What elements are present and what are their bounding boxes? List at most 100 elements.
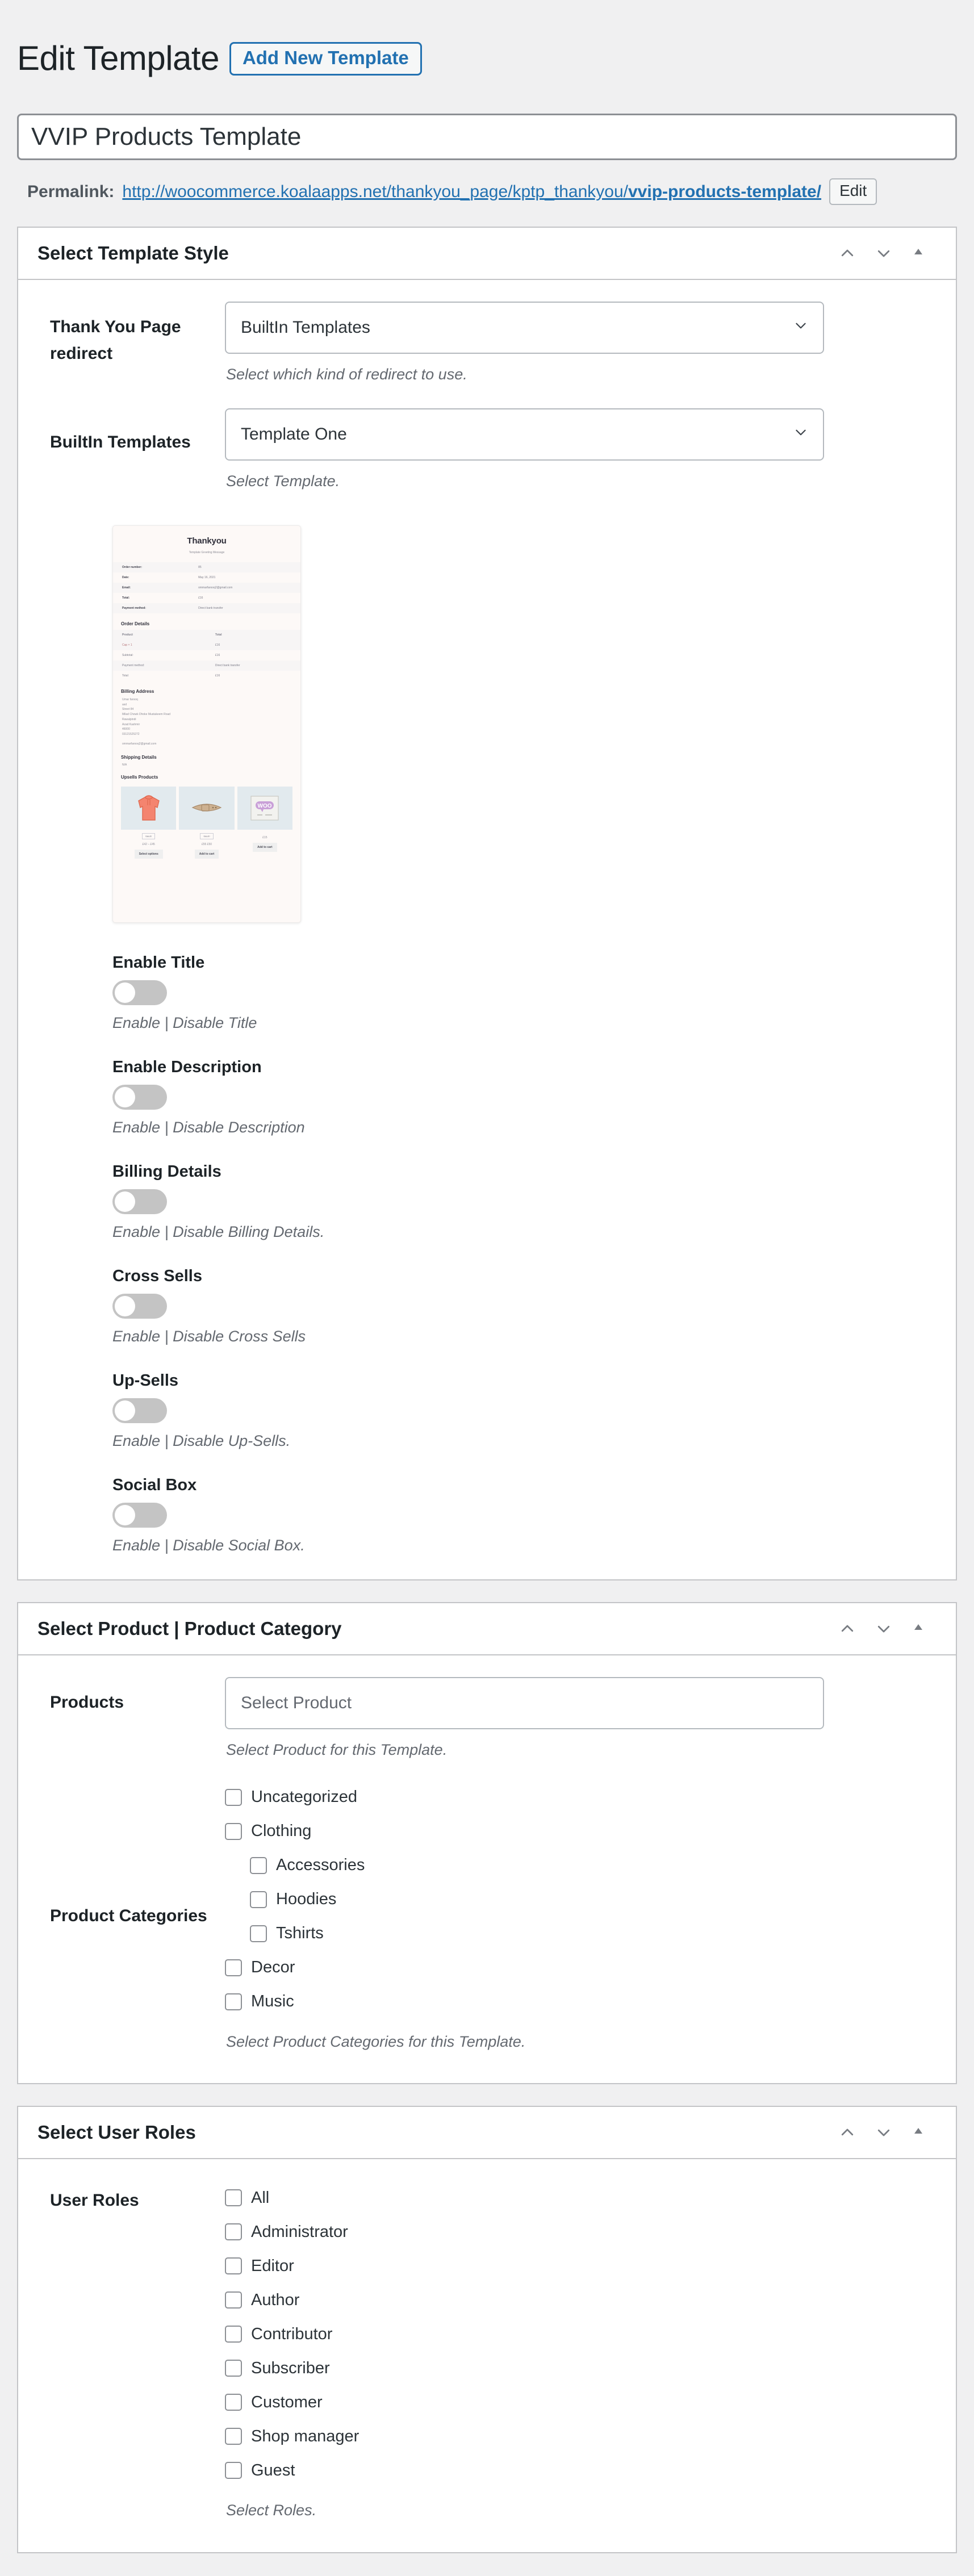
role-label: All [251, 2189, 269, 2207]
checkbox[interactable] [225, 2257, 242, 2274]
preview-shipping-value: N/A [122, 763, 300, 767]
role-item-subscriber[interactable]: Subscriber [225, 2351, 824, 2385]
preview-upsell-products: SALE! £42 – £45 Select options [113, 783, 300, 859]
user-roles-help-text: Select Roles. [226, 2500, 824, 2521]
toggle-panel-caret-icon[interactable] [912, 1620, 929, 1637]
preview-summary-value: Direct bank transfer [198, 607, 223, 610]
toggle-help-text: Enable | Disable Social Box. [112, 1537, 937, 1554]
product-select-input[interactable]: Select Product [225, 1677, 824, 1729]
preview-subtitle: Template Greeting Message [113, 551, 300, 554]
builtin-template-select[interactable]: Template One [225, 408, 824, 461]
category-item-hoodies[interactable]: Hoodies [225, 1883, 824, 1917]
chevron-down-icon[interactable] [875, 2124, 892, 2141]
preview-summary-key: Order number: [122, 566, 198, 569]
preview-billing-heading: Billing Address [121, 689, 300, 694]
toggle-block-up-sells: Up-Sells Enable | Disable Up-Sells. [112, 1371, 937, 1450]
billing-line: Rawalpindi [122, 717, 300, 722]
checkbox[interactable] [225, 2223, 242, 2240]
role-item-administrator[interactable]: Administrator [225, 2215, 824, 2249]
chevron-up-icon[interactable] [839, 2124, 856, 2141]
checkbox[interactable] [225, 2428, 242, 2445]
category-item-music[interactable]: Music [225, 1985, 824, 2019]
role-item-editor[interactable]: Editor [225, 2249, 824, 2283]
chevron-down-icon[interactable] [875, 1620, 892, 1637]
up-sells-toggle[interactable] [112, 1398, 167, 1423]
chevron-up-icon[interactable] [839, 245, 856, 262]
select-options-button[interactable]: Select options [135, 850, 163, 859]
permalink-edit-button[interactable]: Edit [829, 178, 877, 205]
products-help-text: Select Product for this Template. [226, 1739, 824, 1761]
checkbox[interactable] [225, 2360, 242, 2377]
checkbox[interactable] [225, 2394, 242, 2411]
enable-title-toggle[interactable] [112, 980, 167, 1005]
role-item-guest[interactable]: Guest [225, 2453, 824, 2487]
panel-select-template-style: Select Template Style Thank You Page red… [17, 227, 957, 1580]
toggle-help-text: Enable | Disable Billing Details. [112, 1223, 937, 1241]
template-preview-thumbnail[interactable]: Thankyou Template Greeting Message Order… [112, 525, 301, 923]
category-item-tshirts[interactable]: Tshirts [225, 1917, 824, 1951]
checkbox[interactable] [225, 2326, 242, 2343]
category-item-decor[interactable]: Decor [225, 1951, 824, 1985]
checkbox[interactable] [250, 1891, 267, 1908]
redirect-help-text: Select which kind of redirect to use. [226, 364, 824, 386]
toggle-label: Cross Sells [112, 1267, 937, 1286]
permalink-link[interactable]: http://woocommerce.koalaapps.net/thankyo… [122, 182, 821, 202]
checkbox[interactable] [225, 2462, 242, 2479]
role-item-all[interactable]: All [225, 2181, 824, 2215]
checkbox[interactable] [225, 1823, 242, 1840]
panel-title: Select User Roles [37, 2122, 196, 2143]
preview-order-col-total: Total [215, 633, 222, 637]
redirect-select[interactable]: BuiltIn Templates [225, 302, 824, 354]
template-preview-wrapper: Thankyou Template Greeting Message Order… [37, 525, 937, 923]
template-title-input[interactable] [17, 114, 957, 160]
checkbox[interactable] [250, 1925, 267, 1942]
toggle-knob [115, 1505, 135, 1525]
toggle-panel-caret-icon[interactable] [912, 245, 929, 262]
billing-line: 03121525272 [122, 732, 300, 737]
add-new-template-button[interactable]: Add New Template [229, 42, 422, 76]
chevron-down-icon [793, 425, 808, 444]
role-item-shop-manager[interactable]: Shop manager [225, 2419, 824, 2453]
preview-order-total: £16 [215, 654, 220, 657]
checkbox[interactable] [250, 1857, 267, 1874]
category-item-accessories[interactable]: Accessories [225, 1849, 824, 1883]
preview-summary-key: Payment method: [122, 607, 198, 610]
category-label: Decor [251, 1958, 295, 1977]
preview-order-product: Subtotal: [122, 654, 215, 657]
billing-details-toggle[interactable] [112, 1189, 167, 1214]
preview-product-card: SALE! £42 – £45 Select options [121, 787, 176, 859]
permalink-label: Permalink: [27, 182, 114, 202]
toggle-knob [115, 1087, 135, 1107]
toggle-block-enable-description: Enable Description Enable | Disable Desc… [112, 1058, 937, 1136]
toggle-block-social-box: Social Box Enable | Disable Social Box. [112, 1476, 937, 1554]
checkbox[interactable] [225, 2189, 242, 2206]
category-label: Clothing [251, 1822, 311, 1841]
add-to-cart-button[interactable]: Add to cart [253, 843, 277, 852]
role-label: Guest [251, 2461, 295, 2480]
preview-product-card: WOO £15 Add to cart [237, 787, 292, 859]
preview-summary-table: Order number:85 Date:May 16, 2021 Email:… [113, 562, 300, 613]
cross-sells-toggle[interactable] [112, 1294, 167, 1319]
preview-summary-value: £16 [198, 596, 203, 600]
panel-actions [839, 1620, 937, 1637]
checkbox[interactable] [225, 1959, 242, 1976]
category-item-uncategorized[interactable]: Uncategorized [225, 1780, 824, 1814]
checkbox[interactable] [225, 2291, 242, 2309]
chevron-up-icon[interactable] [839, 1620, 856, 1637]
panel-actions [839, 245, 937, 262]
enable-description-toggle[interactable] [112, 1085, 167, 1110]
checkbox[interactable] [225, 1993, 242, 2010]
role-item-author[interactable]: Author [225, 2283, 824, 2317]
category-item-clothing[interactable]: Clothing [225, 1814, 824, 1849]
toggle-block-billing-details: Billing Details Enable | Disable Billing… [112, 1162, 937, 1241]
role-item-customer[interactable]: Customer [225, 2385, 824, 2419]
chevron-down-icon[interactable] [875, 245, 892, 262]
role-item-contributor[interactable]: Contributor [225, 2317, 824, 2351]
category-label: Tshirts [276, 1924, 324, 1943]
toggle-panel-caret-icon[interactable] [912, 2124, 929, 2141]
social-box-toggle[interactable] [112, 1503, 167, 1528]
add-to-cart-button[interactable]: Add to cart [195, 850, 219, 859]
checkbox[interactable] [225, 1789, 242, 1806]
permalink-url-prefix: http://woocommerce.koalaapps.net/thankyo… [122, 182, 628, 201]
billing-line: Azad Kashmir [122, 722, 300, 727]
